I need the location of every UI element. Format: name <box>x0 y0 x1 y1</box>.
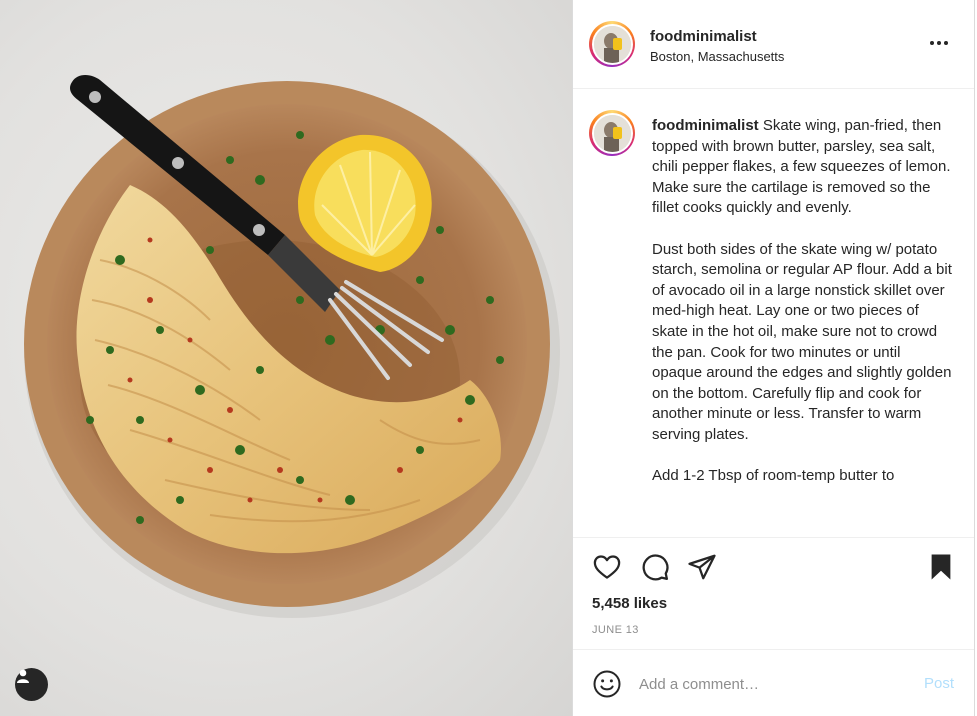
caption-paragraph: foodminimalist Skate wing, pan-fried, th… <box>652 116 952 219</box>
header-location[interactable]: Boston, Massachusetts <box>650 49 784 64</box>
bookmark-icon[interactable] <box>926 552 956 587</box>
caption-area[interactable]: foodminimalist Skate wing, pan-fried, th… <box>573 90 974 537</box>
avatar[interactable] <box>589 21 635 67</box>
comment-icon[interactable] <box>640 552 670 587</box>
caption-text: foodminimalist Skate wing, pan-fried, th… <box>652 116 952 507</box>
post-actions: 5,458 likes JUNE 13 <box>573 537 974 649</box>
caption-avatar[interactable] <box>589 110 635 156</box>
caption-paragraph: Add 1-2 Tbsp of room-temp butter to <box>652 467 895 485</box>
comment-input[interactable] <box>639 672 909 696</box>
caption-paragraph: Dust both sides of the skate wing w/ pot… <box>652 240 952 443</box>
post-details-panel: foodminimalist Boston, Massachusetts foo… <box>572 0 975 716</box>
comment-bar: Post <box>573 649 974 716</box>
post-date[interactable]: JUNE 13 <box>592 624 639 636</box>
user-tag-icon[interactable] <box>15 668 48 701</box>
emoji-icon[interactable] <box>592 669 622 704</box>
post-header: foodminimalist Boston, Massachusetts <box>573 0 974 89</box>
paper-plane-icon[interactable] <box>687 552 717 587</box>
more-options-icon[interactable] <box>930 36 952 50</box>
heart-icon[interactable] <box>592 552 622 587</box>
caption-username[interactable]: foodminimalist <box>652 117 759 134</box>
likes-count[interactable]: 5,458 likes <box>592 595 667 612</box>
header-username[interactable]: foodminimalist <box>650 28 757 45</box>
post-photo[interactable] <box>0 0 572 716</box>
post-comment-button[interactable]: Post <box>924 675 954 692</box>
food-photo-image <box>24 75 560 618</box>
